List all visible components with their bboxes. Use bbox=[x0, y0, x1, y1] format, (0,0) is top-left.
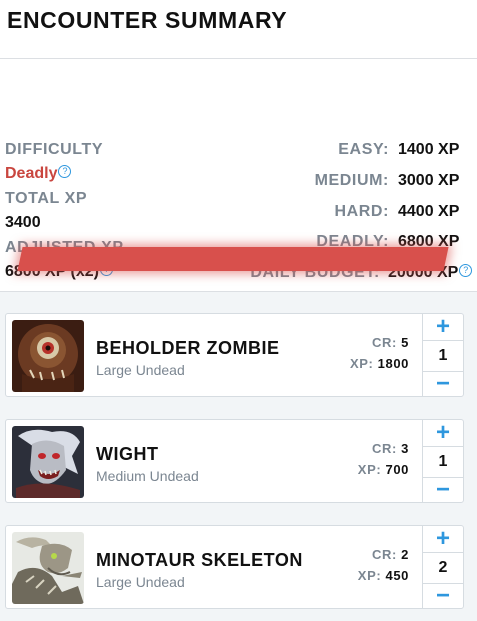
difficulty-help-icon[interactable]: ? bbox=[58, 165, 72, 178]
easy-label: EASY: bbox=[338, 141, 389, 158]
cr-value: 5 bbox=[401, 335, 409, 350]
monster-type: Large Undead bbox=[96, 574, 185, 590]
difficulty-text: Deadly bbox=[5, 165, 58, 182]
daily-budget-help-icon[interactable]: ? bbox=[459, 264, 473, 277]
monster-xp: XP: 450 bbox=[358, 568, 409, 583]
monster-cr: CR: 3 bbox=[372, 441, 409, 456]
increase-button[interactable]: + bbox=[423, 527, 463, 551]
header: ENCOUNTER SUMMARY bbox=[0, 0, 477, 59]
difficulty-bar-fill bbox=[17, 247, 449, 271]
xp-value: 450 bbox=[385, 568, 409, 583]
xp-label: XP: bbox=[357, 568, 382, 583]
cr-label: CR: bbox=[372, 547, 397, 562]
easy-value: 1400 XP bbox=[398, 141, 460, 158]
medium-label: MEDIUM: bbox=[314, 172, 389, 189]
monster-card[interactable]: WIGHT Medium Undead CR: 3 XP: 700 + 1 − bbox=[5, 419, 464, 503]
quantity-value: 1 bbox=[423, 340, 463, 372]
beholder-zombie-portrait bbox=[12, 320, 84, 392]
medium-value: 3000 XP bbox=[398, 172, 460, 189]
total-xp-value: 3400 bbox=[5, 214, 41, 231]
monster-name: MINOTAUR SKELETON bbox=[96, 550, 303, 570]
monster-list: BEHOLDER ZOMBIE Large Undead CR: 5 XP: 1… bbox=[0, 291, 477, 621]
difficulty-bar bbox=[17, 247, 450, 271]
page-title: ENCOUNTER SUMMARY bbox=[7, 7, 288, 33]
xp-value: 700 bbox=[385, 462, 409, 477]
monster-name: BEHOLDER ZOMBIE bbox=[96, 338, 280, 358]
quantity-value: 2 bbox=[423, 552, 463, 584]
quantity-value: 1 bbox=[423, 446, 463, 478]
wight-portrait bbox=[12, 426, 84, 498]
total-xp-label: TOTAL XP bbox=[5, 190, 88, 207]
xp-value: 1800 bbox=[377, 356, 409, 371]
hard-value: 4400 XP bbox=[398, 203, 460, 220]
monster-xp: XP: 1800 bbox=[350, 356, 409, 371]
cr-label: CR: bbox=[372, 441, 397, 456]
difficulty-label: DIFFICULTY bbox=[5, 141, 104, 158]
monster-type: Large Undead bbox=[96, 362, 185, 378]
cr-value: 2 bbox=[401, 547, 409, 562]
quantity-stepper: + 1 − bbox=[422, 314, 463, 396]
increase-button[interactable]: + bbox=[423, 315, 463, 339]
monster-card[interactable]: BEHOLDER ZOMBIE Large Undead CR: 5 XP: 1… bbox=[5, 313, 464, 397]
cr-value: 3 bbox=[401, 441, 409, 456]
minotaur-skeleton-portrait bbox=[12, 532, 84, 604]
quantity-stepper: + 2 − bbox=[422, 526, 463, 608]
monster-xp: XP: 700 bbox=[358, 462, 409, 477]
decrease-button[interactable]: − bbox=[423, 584, 463, 608]
monster-name: WIGHT bbox=[96, 444, 159, 464]
cr-label: CR: bbox=[372, 335, 397, 350]
monster-cr: CR: 5 bbox=[372, 335, 409, 350]
increase-button[interactable]: + bbox=[423, 421, 463, 445]
decrease-button[interactable]: − bbox=[423, 372, 463, 396]
decrease-button[interactable]: − bbox=[423, 478, 463, 502]
xp-label: XP: bbox=[357, 462, 382, 477]
monster-type: Medium Undead bbox=[96, 468, 199, 484]
difficulty-value: Deadly? bbox=[5, 165, 72, 183]
hard-label: HARD: bbox=[334, 203, 389, 220]
quantity-stepper: + 1 − bbox=[422, 420, 463, 502]
monster-card[interactable]: MINOTAUR SKELETON Large Undead CR: 2 XP:… bbox=[5, 525, 464, 609]
monster-cr: CR: 2 bbox=[372, 547, 409, 562]
xp-label: XP: bbox=[349, 356, 374, 371]
